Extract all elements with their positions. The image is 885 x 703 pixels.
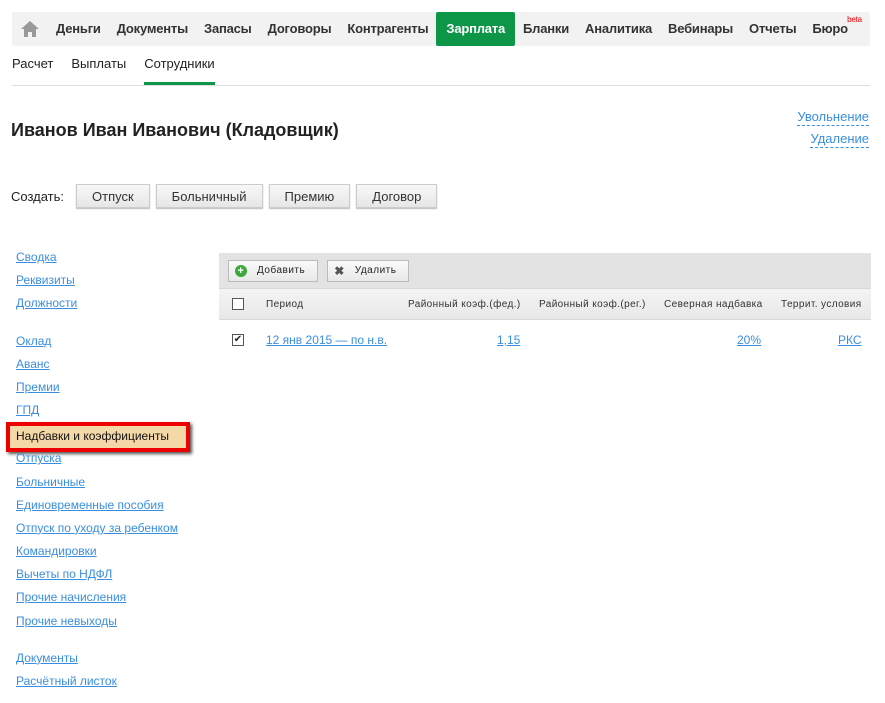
menu-item[interactable]: Документы [16, 650, 190, 673]
menu-item[interactable]: Вычеты по НДФЛ [16, 566, 190, 589]
menu-item[interactable]: Отпуска [16, 450, 190, 473]
nav-analytics[interactable]: Аналитика [577, 12, 660, 46]
menu-item[interactable]: Прочие невыходы [16, 613, 190, 636]
menu-item[interactable]: Реквизиты [16, 272, 190, 295]
delete-button[interactable]: ✖ Удалить [327, 259, 410, 282]
subnav-employees[interactable]: Сотрудники [144, 52, 216, 85]
add-button[interactable]: + Добавить [228, 259, 319, 282]
nav-money[interactable]: Деньги [48, 12, 109, 46]
header-period[interactable]: Период [266, 299, 303, 310]
fed-coef-link[interactable]: 1,15 [497, 333, 520, 347]
employee-menu: Сводка Реквизиты Должности Оклад Аванс П… [6, 249, 190, 696]
x-icon: ✖ [334, 263, 345, 278]
nav-contractors[interactable]: Контрагенты [339, 12, 436, 46]
create-contract-button[interactable]: Договор [356, 184, 438, 208]
create-label: Создать: [11, 188, 65, 204]
nav-bureau-label: Бюро [812, 21, 848, 36]
nav-bureau[interactable]: Бюро beta [804, 12, 862, 46]
nav-webinars[interactable]: Вебинары [660, 12, 741, 46]
plus-circle-icon: + [235, 264, 247, 277]
select-all-checkbox[interactable] [232, 298, 244, 310]
employee-actions: Увольнение Удаление [797, 109, 869, 153]
subnav-payments[interactable]: Выплаты [71, 52, 126, 85]
header-north[interactable]: Северная надбавка [664, 299, 763, 310]
menu-item[interactable]: Прочие начисления [16, 589, 190, 612]
menu-item[interactable]: Премии [16, 379, 190, 402]
allowances-panel: + Добавить ✖ Удалить Период Районный коэф.… [219, 253, 871, 356]
delete-label: Удалить [354, 265, 397, 276]
period-link[interactable]: 12 янв 2015 — по н.в. [266, 333, 387, 347]
nav-stock[interactable]: Запасы [196, 12, 260, 46]
north-link[interactable]: 20% [737, 333, 761, 347]
nav-forms[interactable]: Бланки [515, 12, 577, 46]
beta-badge: beta [847, 15, 862, 24]
dismiss-link[interactable]: Увольнение [797, 109, 869, 126]
create-bar: Создать: Отпуск Больничный Премию Догово… [11, 184, 443, 208]
add-label: Добавить [257, 265, 306, 276]
table-toolbar: + Добавить ✖ Удалить [219, 253, 871, 288]
page-title: Иванов Иван Иванович (Кладовщик) [11, 120, 339, 140]
table-row: ✔ 12 янв 2015 — по н.в. 1,15 20% РКС [219, 320, 871, 356]
menu-item[interactable]: Оклад [16, 333, 190, 356]
create-bonus-button[interactable]: Премию [268, 184, 351, 208]
home-icon [21, 21, 39, 37]
menu-item[interactable]: Должности [16, 295, 190, 318]
menu-item[interactable]: Командировки [16, 543, 190, 566]
menu-item[interactable]: Больничные [16, 474, 190, 497]
header-terr[interactable]: Террит. условия [781, 299, 862, 310]
menu-item[interactable]: Сводка [16, 249, 190, 272]
main-nav: Деньги Документы Запасы Договоры Контраг… [12, 12, 870, 46]
row-checkbox[interactable]: ✔ [232, 334, 244, 346]
subnav-calc[interactable]: Расчет [12, 52, 53, 85]
menu-item[interactable]: Расчётный листок [16, 673, 190, 696]
nav-documents[interactable]: Документы [109, 12, 196, 46]
delete-link[interactable]: Удаление [810, 131, 869, 148]
menu-item[interactable]: Отпуск по уходу за ребенком [16, 520, 190, 543]
menu-item-selected[interactable]: Надбавки и коэффициенты [6, 422, 190, 453]
sub-nav: Расчет Выплаты Сотрудники [12, 52, 870, 86]
header-reg-coef[interactable]: Районный коэф.(рег.) [539, 299, 646, 310]
table-header: Период Районный коэф.(фед.) Районный коэ… [219, 288, 871, 320]
nav-salary[interactable]: Зарплата [436, 12, 516, 46]
create-sick-leave-button[interactable]: Больничный [155, 184, 263, 208]
menu-item[interactable]: Единовременные пособия [16, 497, 190, 520]
nav-contracts[interactable]: Договоры [260, 12, 340, 46]
header-fed-coef[interactable]: Районный коэф.(фед.) [408, 299, 521, 310]
nav-reports[interactable]: Отчеты [741, 12, 804, 46]
terr-link[interactable]: РКС [838, 333, 862, 347]
create-vacation-button[interactable]: Отпуск [76, 184, 150, 208]
menu-item[interactable]: Аванс [16, 356, 190, 379]
home-button[interactable] [12, 12, 48, 46]
